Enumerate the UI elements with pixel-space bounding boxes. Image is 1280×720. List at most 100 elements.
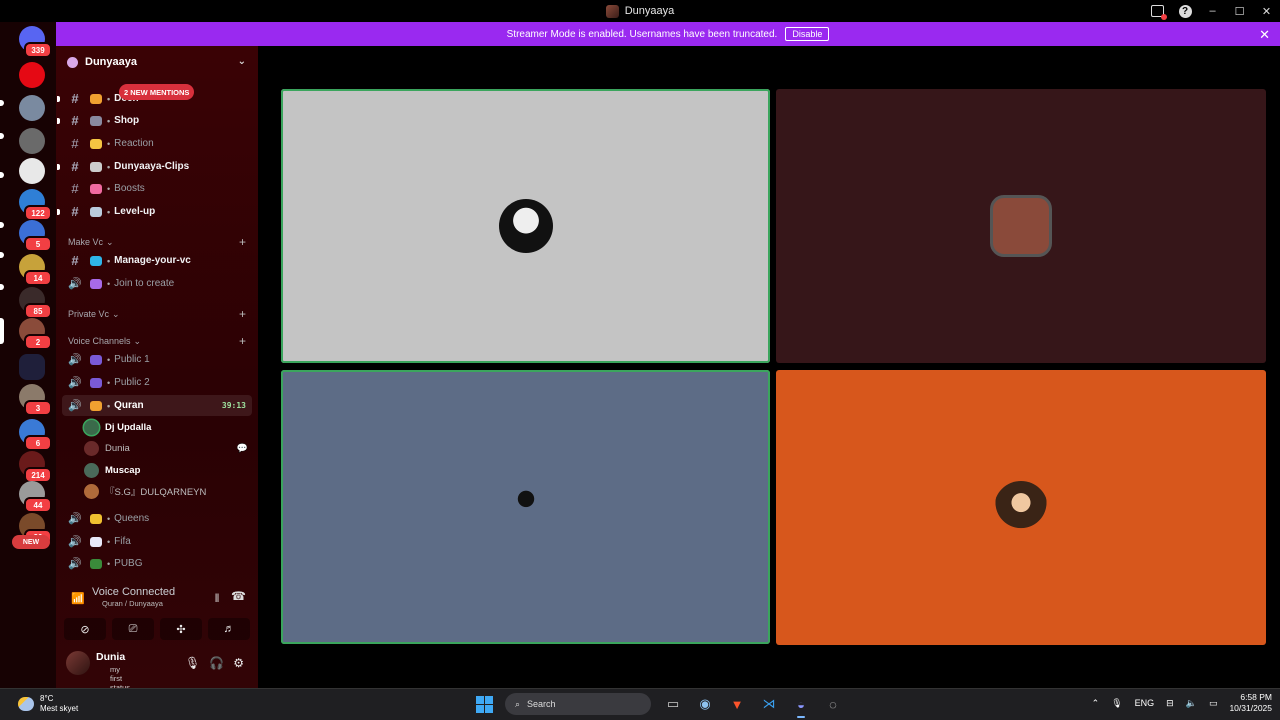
member-avatar [84, 440, 99, 456]
volume-icon[interactable]: 🔈 [1186, 698, 1197, 709]
maximize-button[interactable]: ☐ [1226, 5, 1253, 18]
voice-channel[interactable]: 🔊 • Public 2 [62, 372, 252, 393]
tray-overflow-icon[interactable]: ⌃ [1092, 698, 1100, 709]
separator-dot: • [107, 138, 111, 149]
steam-icon[interactable]: ◉ [695, 694, 715, 714]
voice-channel[interactable]: 🔊 • Fifa [62, 531, 252, 552]
separator-dot: • [107, 278, 111, 289]
close-banner-icon[interactable]: ✕ [1259, 27, 1270, 43]
file-explorer-icon[interactable]: ▭ [663, 694, 683, 714]
noise-suppression-icon[interactable]: 𝍪 [215, 589, 219, 610]
category-private_vc[interactable]: Private Vc ⌄ + [68, 306, 252, 322]
server-icon[interactable] [19, 128, 45, 154]
streamer-mode-text: Streamer Mode is enabled. Usernames have… [506, 28, 778, 40]
signal-icon[interactable]: 📶 [71, 592, 85, 605]
text-channel[interactable]: # • Boosts [62, 178, 252, 199]
chevron-icon: ⌄ [133, 335, 142, 346]
text-channel[interactable]: # • Dunyaaya-Clips [57, 156, 252, 177]
close-window-button[interactable]: ✕ [1253, 5, 1280, 18]
disconnect-icon[interactable]: ☎ [231, 589, 246, 610]
network-icon[interactable]: ⊟ [1166, 698, 1174, 709]
category-label: Private Vc [68, 309, 110, 319]
server-icon[interactable] [19, 95, 45, 121]
weather-temp: 8°C [40, 694, 54, 703]
category-make_vc[interactable]: Make Vc ⌄ + [68, 234, 252, 250]
voice-channel[interactable]: 🔊 • Queens [62, 508, 252, 529]
member-avatar [84, 419, 99, 435]
user-name[interactable]: Dunia [96, 651, 125, 663]
voice-channel[interactable]: 🔊 • Quran 39:13 [62, 395, 252, 416]
video-tile[interactable] [281, 89, 770, 363]
server-icon[interactable] [19, 62, 45, 88]
category-voice_channels[interactable]: Voice Channels ⌄ + [68, 333, 252, 349]
server-unread-pill [0, 252, 4, 258]
member-name: Muscap [105, 464, 141, 476]
separator-dot: • [107, 255, 111, 266]
member-avatar [84, 462, 99, 478]
video-tile[interactable] [776, 370, 1266, 645]
server-icon[interactable] [19, 354, 45, 380]
brave-icon[interactable]: ▼ [727, 694, 747, 714]
hash-icon: # [71, 113, 79, 128]
windows-start-icon[interactable] [476, 695, 493, 713]
taskbar-search[interactable]: ⌕ Search [505, 693, 651, 715]
screen-share-button[interactable]: ⎚ [112, 618, 154, 640]
voice-channel[interactable]: 🔊 • Join to create [62, 273, 252, 294]
minimize-button[interactable]: – [1199, 5, 1226, 17]
channel-name: Public 2 [114, 377, 150, 388]
video-tile[interactable] [281, 370, 770, 644]
create-channel-icon[interactable]: + [239, 235, 246, 249]
help-icon[interactable]: ? [1171, 4, 1199, 18]
unread-badge: 3 [24, 400, 52, 416]
create-channel-icon[interactable]: + [239, 334, 246, 348]
voice-member[interactable]: Muscap [84, 460, 252, 480]
unread-badge: 6 [24, 435, 52, 451]
new-mentions-pill[interactable]: 2 NEW MENTIONS [119, 84, 195, 100]
channel-name: Public 1 [114, 354, 150, 365]
tray-mic-icon[interactable]: 🎙 [1111, 698, 1122, 709]
voice-channel[interactable]: 🔊 • PUBG [62, 553, 252, 574]
headphones-icon[interactable]: 🎧 [209, 656, 224, 670]
vscode-icon[interactable]: ⋊ [759, 694, 779, 714]
server-unread-pill [0, 133, 4, 139]
clock-time: 6:58 PM [1240, 692, 1272, 702]
streaming-icon: 💬 [236, 442, 248, 453]
microphone-icon[interactable]: 🎙 [185, 656, 200, 670]
inbox-icon[interactable] [1143, 5, 1171, 20]
channel-emoji-icon [90, 558, 102, 569]
clock[interactable]: 6:58 PM 10/31/2025 [1229, 692, 1272, 714]
language-indicator[interactable]: ENG [1135, 698, 1155, 708]
text-channel[interactable]: # • Manage-your-vc [62, 250, 252, 271]
voice-connected-sub[interactable]: Quran / Dunyaaya [102, 599, 163, 608]
activities-button[interactable]: ✣ [160, 618, 202, 640]
disable-streamer-mode-button[interactable]: Disable [785, 27, 830, 41]
weather-widget[interactable]: 8°C Mest skyet [18, 694, 78, 714]
search-icon: ⌕ [515, 698, 521, 709]
app-icon[interactable]: ◌ [823, 694, 843, 714]
user-avatar[interactable] [66, 651, 90, 675]
voice-member[interactable]: Dunia 💬 [84, 438, 252, 458]
battery-icon[interactable]: ▭ [1209, 698, 1218, 709]
text-channel[interactable]: # • Reaction [62, 133, 252, 154]
settings-gear-icon[interactable]: ⚙ [233, 656, 244, 670]
server-unread-pill [0, 222, 4, 228]
discord-taskbar-icon[interactable]: ◒ [791, 694, 811, 718]
channel-emoji-icon [90, 377, 102, 388]
new-badge[interactable]: NEW [12, 535, 50, 549]
server-icon[interactable] [19, 158, 45, 184]
create-channel-icon[interactable]: + [239, 307, 246, 321]
voice-member[interactable]: Dj Updalla [84, 417, 252, 437]
voice-member[interactable]: 『S.G』DULQARNEYN [84, 481, 252, 501]
text-channel[interactable]: # • Shop [57, 110, 252, 131]
server-rail: 339122514852362144420NEW [0, 22, 56, 688]
voice-channel[interactable]: 🔊 • Public 1 [62, 349, 252, 370]
text-channel[interactable]: # • Level-up [57, 201, 252, 222]
video-tile[interactable] [776, 89, 1266, 363]
guild-header[interactable]: Dunyaaya ⌄ [56, 46, 258, 78]
channel-emoji-icon [90, 536, 102, 547]
user-panel: Dunia my first status 🎙 🎧 ⚙ [56, 646, 258, 692]
channel-emoji-icon [90, 161, 102, 172]
hash-icon: # [71, 204, 79, 219]
camera-off-button[interactable]: ⊘ [64, 618, 106, 640]
soundboard-button[interactable]: ♬ [208, 618, 250, 640]
